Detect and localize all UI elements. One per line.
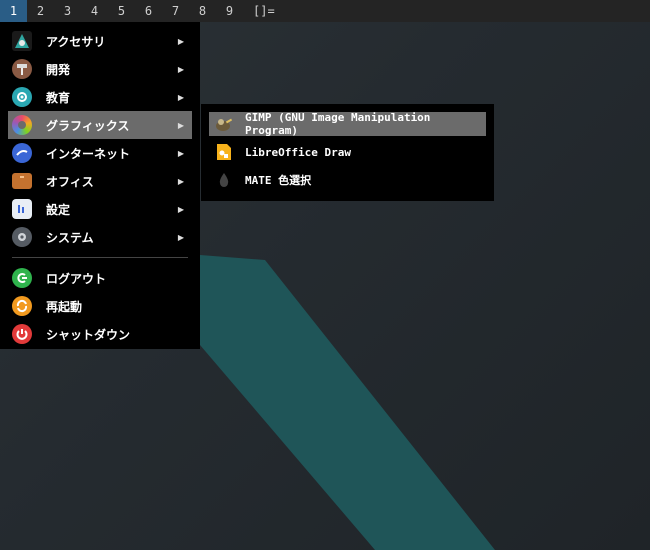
top-bar: 1 2 3 4 5 6 7 8 9 []= [0,0,650,22]
application-menu: アクセサリ ▶ 開発 ▶ 教育 ▶ グラフィックス ▶ インターネット ▶ オフ… [0,22,200,349]
submenu-item-label: GIMP (GNU Image Manipulation Program) [245,111,431,137]
internet-icon [12,143,32,163]
menu-item-internet[interactable]: インターネット ▶ [8,139,192,167]
libreoffice-draw-icon [215,143,233,161]
menu-item-label: 開発 [46,62,71,77]
menu-item-accessories[interactable]: アクセサリ ▶ [8,27,192,55]
submenu-item-label: MATE 色選択 [245,174,312,187]
menu-item-settings[interactable]: 設定 ▶ [8,195,192,223]
submenu-item-label: LibreOffice Draw [245,145,351,159]
workspace-5[interactable]: 5 [108,0,135,22]
submenu-item-color-picker[interactable]: MATE 色選択 [209,168,486,192]
submenu-arrow-icon: ▶ [177,232,184,242]
menu-item-restart[interactable]: 再起動 [8,292,192,320]
education-icon [12,87,32,107]
menu-item-label: オフィス [46,174,94,189]
menu-item-logout[interactable]: ログアウト [8,264,192,292]
shutdown-icon [12,324,32,344]
submenu-arrow-icon: ▶ [177,120,184,130]
submenu-item-gimp[interactable]: GIMP (GNU Image Manipulation Program) [209,111,486,137]
menu-item-label: 再起動 [46,299,83,314]
workspace-4[interactable]: 4 [81,0,108,22]
workspace-3[interactable]: 3 [54,0,81,22]
menu-item-label: ログアウト [46,271,107,286]
graphics-icon [12,115,32,135]
submenu-arrow-icon: ▶ [177,64,184,74]
system-icon [12,227,32,247]
workspace-2[interactable]: 2 [27,0,54,22]
gimp-icon [215,115,233,133]
submenu-item-libreoffice-draw[interactable]: LibreOffice Draw [209,140,486,164]
workspace-6[interactable]: 6 [135,0,162,22]
menu-item-label: グラフィックス [46,118,130,133]
submenu-arrow-icon: ▶ [177,36,184,46]
menu-item-label: インターネット [46,146,131,161]
submenu-arrow-icon: ▶ [177,92,184,102]
menu-item-development[interactable]: 開発 ▶ [8,55,192,83]
menu-item-education[interactable]: 教育 ▶ [8,83,192,111]
restart-icon [12,296,32,316]
menu-separator [12,257,188,258]
menu-item-label: アクセサリ [46,34,106,49]
submenu-arrow-icon: ▶ [177,148,184,158]
submenu-arrow-icon: ▶ [177,204,184,214]
menu-item-system[interactable]: システム ▶ [8,223,192,251]
submenu-arrow-icon: ▶ [177,176,184,186]
graphics-submenu: GIMP (GNU Image Manipulation Program) Li… [201,104,494,201]
menu-item-label: 教育 [46,90,71,105]
color-picker-icon [215,171,233,189]
workspace-7[interactable]: 7 [162,0,189,22]
menu-item-office[interactable]: オフィス ▶ [8,167,192,195]
menu-item-graphics[interactable]: グラフィックス ▶ [8,111,192,139]
workspace-9[interactable]: 9 [216,0,243,22]
workspace-8[interactable]: 8 [189,0,216,22]
menu-item-label: シャットダウン [46,327,131,342]
settings-icon [12,199,32,219]
office-icon [12,173,32,189]
development-icon [12,59,32,79]
menu-item-shutdown[interactable]: シャットダウン [8,320,192,348]
layout-indicator[interactable]: []= [253,4,275,18]
workspace-1[interactable]: 1 [0,0,27,22]
menu-item-label: システム [46,230,94,245]
accessories-icon [12,31,32,51]
menu-item-label: 設定 [46,202,71,217]
logout-icon [12,268,32,288]
